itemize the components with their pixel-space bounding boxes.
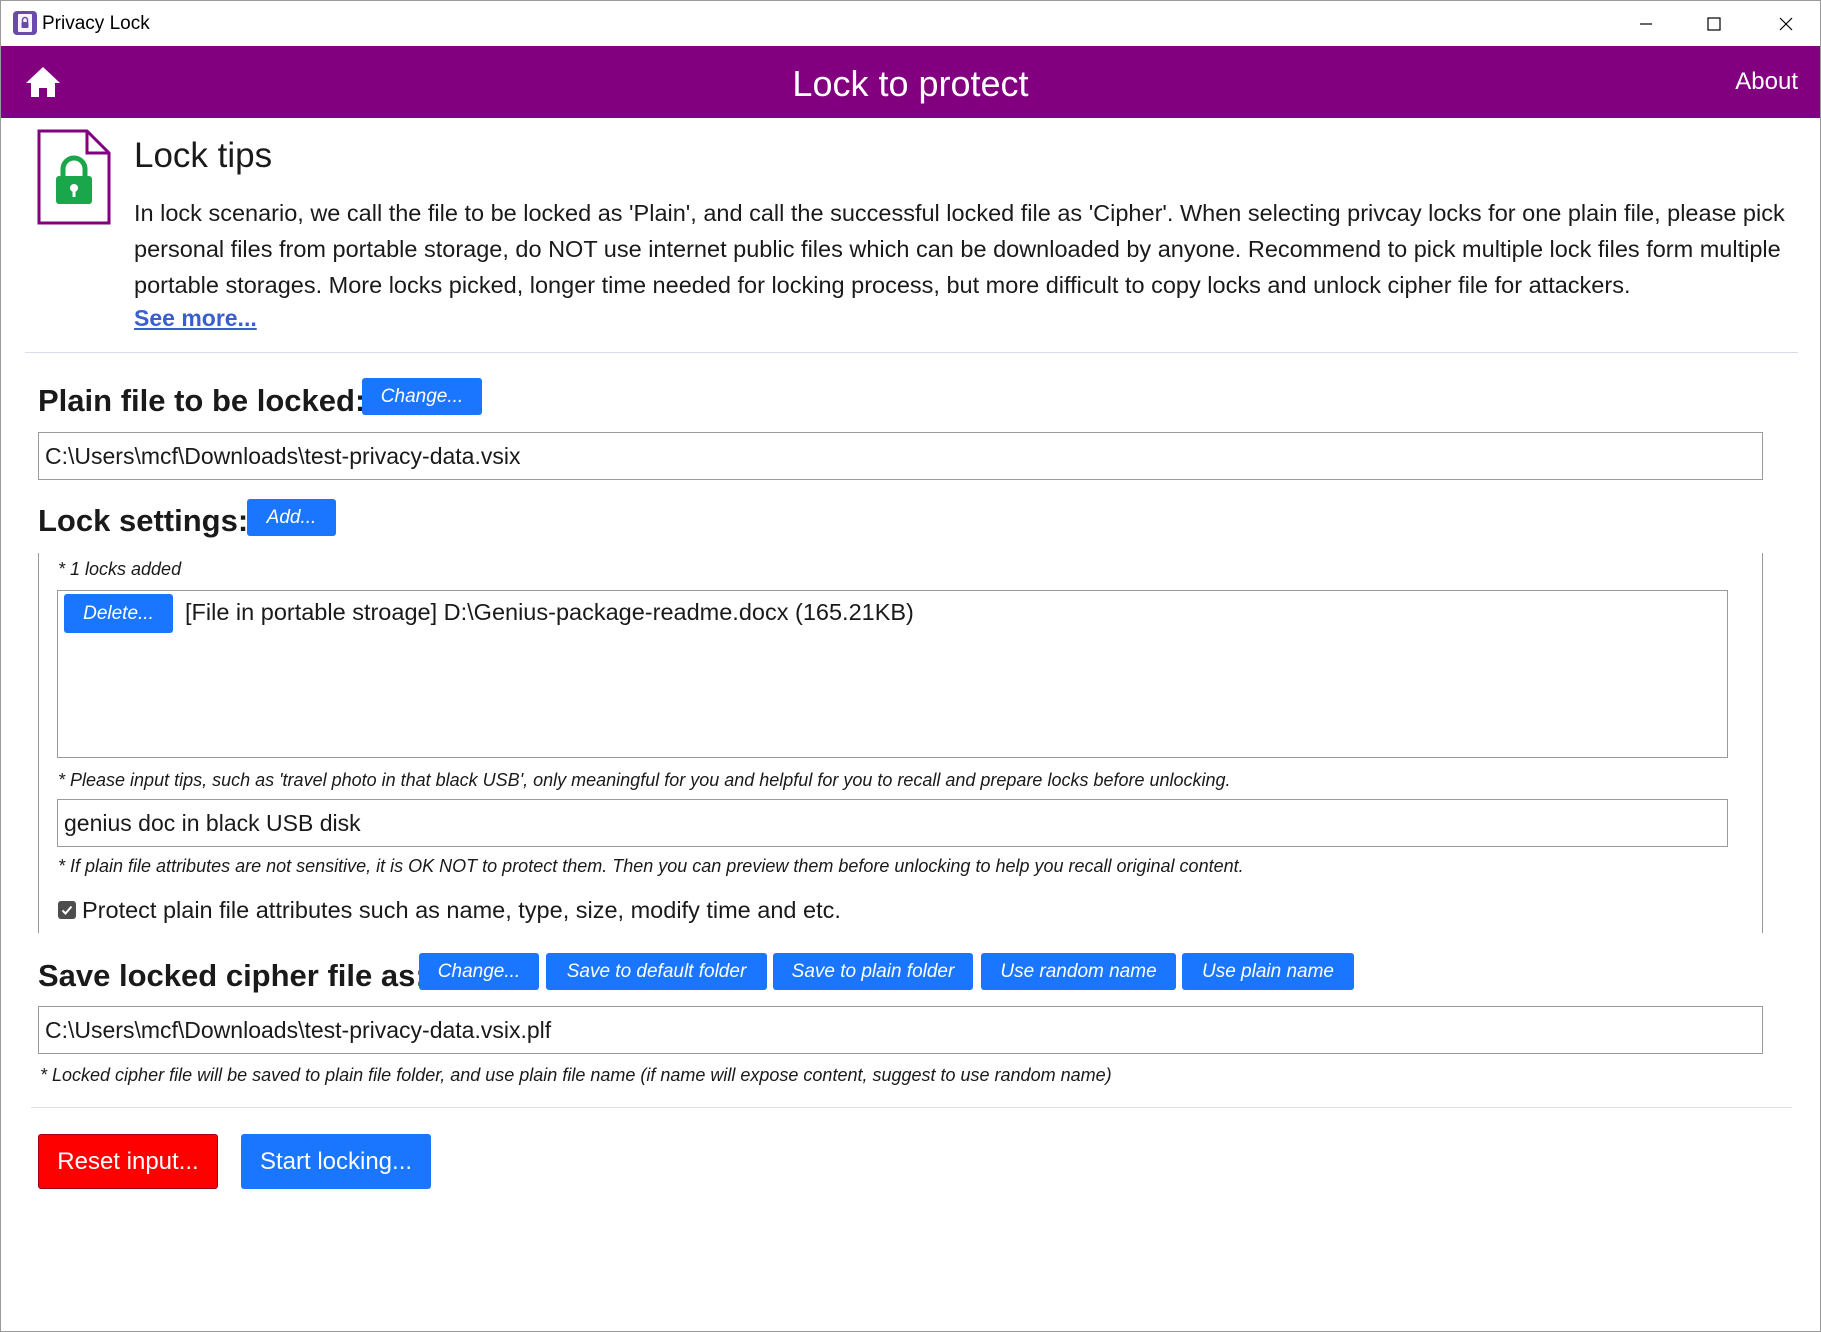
use-plain-name-button[interactable]: Use plain name (1182, 953, 1354, 990)
lock-panel-right-border (1762, 553, 1763, 933)
save-cipher-label: Save locked cipher file as: (38, 958, 426, 993)
app-window: Privacy Lock Lock to protect About Lock … (0, 0, 1821, 1332)
checkmark-icon (61, 905, 73, 915)
minimize-icon (1640, 22, 1652, 25)
minimize-button[interactable] (1613, 1, 1679, 46)
lock-tips-input[interactable]: genius doc in black USB disk (57, 799, 1728, 847)
save-default-folder-button[interactable]: Save to default folder (546, 953, 767, 990)
start-locking-button[interactable]: Start locking... (241, 1134, 431, 1189)
tips-title: Lock tips (134, 136, 273, 175)
locked-document-icon (37, 129, 111, 225)
title-bar: Privacy Lock (1, 1, 1820, 46)
cipher-path-field[interactable]: C:\Users\mcf\Downloads\test-privacy-data… (38, 1006, 1763, 1054)
attributes-note: * If plain file attributes are not sensi… (58, 856, 1244, 876)
close-button[interactable] (1753, 1, 1819, 46)
locks-count-note: * 1 locks added (58, 559, 182, 579)
reset-input-button[interactable]: Reset input... (38, 1134, 218, 1189)
about-link[interactable]: About (1735, 68, 1798, 96)
divider (31, 1107, 1792, 1108)
app-lock-icon (13, 11, 37, 35)
lock-tips-note: * Please input tips, such as 'travel pho… (58, 770, 1231, 790)
use-random-name-button[interactable]: Use random name (981, 953, 1176, 990)
add-lock-button[interactable]: Add... (247, 499, 336, 536)
cipher-save-note: * Locked cipher file will be saved to pl… (40, 1065, 1112, 1085)
maximize-icon (1707, 16, 1721, 31)
header-bar: Lock to protect About (1, 46, 1820, 118)
plain-file-label: Plain file to be locked: (38, 383, 366, 418)
plain-file-path-field[interactable]: C:\Users\mcf\Downloads\test-privacy-data… (38, 432, 1763, 480)
save-plain-folder-button[interactable]: Save to plain folder (773, 953, 973, 990)
close-icon (1779, 17, 1793, 30)
lock-panel-left-border (38, 553, 39, 933)
protect-attributes-checkbox[interactable] (58, 901, 76, 919)
tips-body: In lock scenario, we call the file to be… (134, 200, 1785, 298)
lock-settings-label: Lock settings: (38, 503, 249, 538)
plain-file-change-button[interactable]: Change... (362, 378, 482, 415)
maximize-button[interactable] (1681, 1, 1747, 46)
delete-lock-button[interactable]: Delete... (64, 594, 173, 633)
save-change-button[interactable]: Change... (419, 953, 539, 990)
see-more-link[interactable]: See more... (134, 305, 257, 332)
page-title: Lock to protect (792, 63, 1029, 104)
protect-attributes-label[interactable]: Protect plain file attributes such as na… (82, 897, 841, 924)
window-title: Privacy Lock (42, 13, 150, 34)
divider (25, 352, 1798, 353)
locks-list: Delete... [File in portable stroage] D:\… (57, 590, 1728, 758)
lock-entry-description: [File in portable stroage] D:\Genius-pac… (185, 599, 914, 625)
